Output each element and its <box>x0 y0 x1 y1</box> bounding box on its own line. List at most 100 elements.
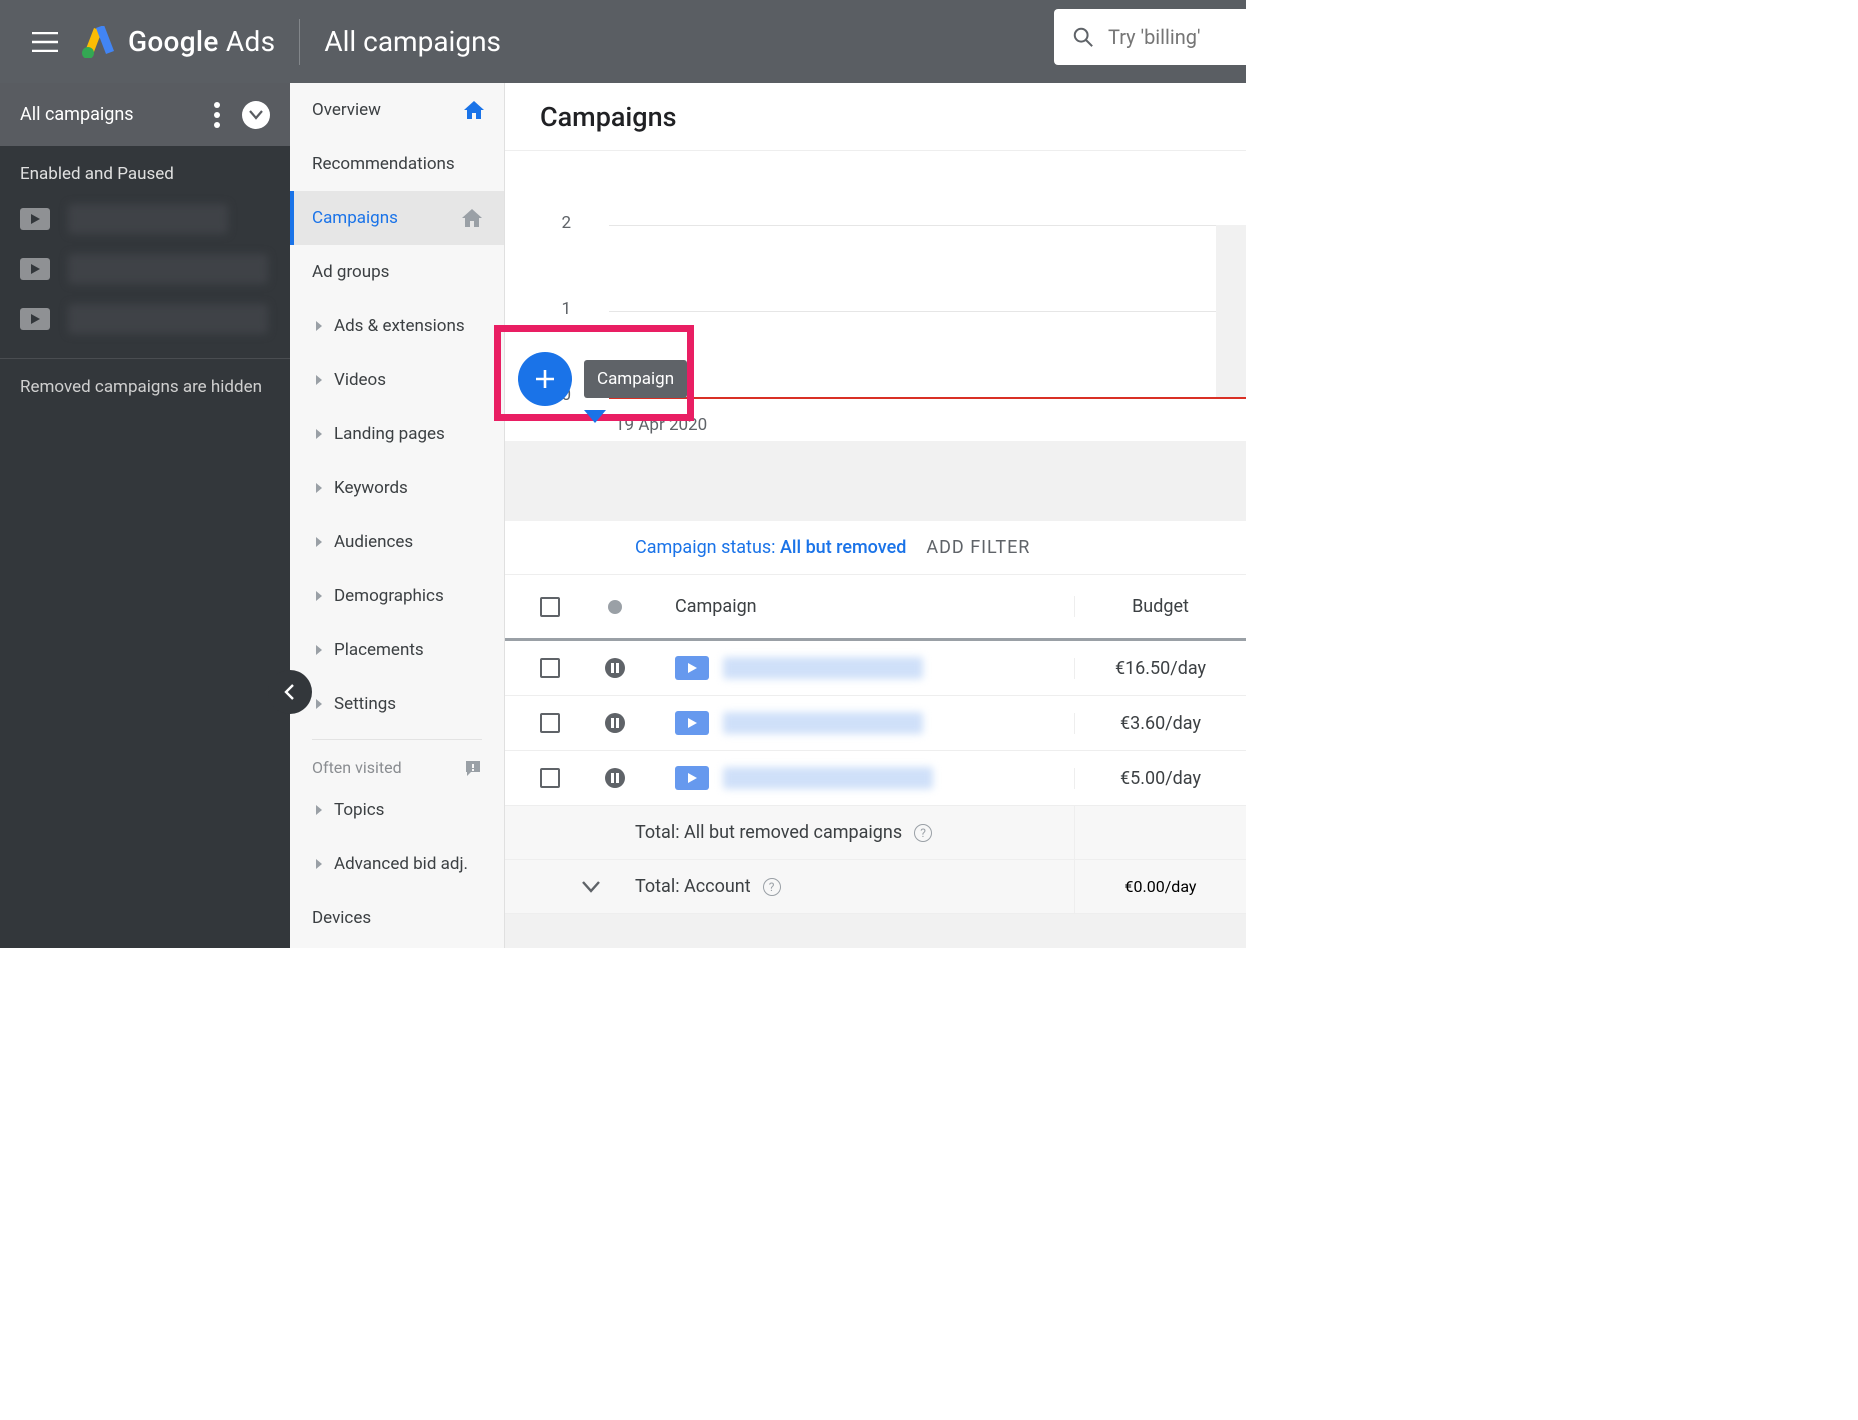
account-sidebar-header: All campaigns <box>0 83 290 146</box>
table-row[interactable]: €3.60/day <box>505 696 1246 751</box>
filter-bar: Campaign status: All but removed ADD FIL… <box>505 521 1246 575</box>
row-checkbox[interactable] <box>540 713 560 733</box>
nav-keywords[interactable]: Keywords <box>290 461 504 515</box>
top-bar: Google Ads All campaigns <box>0 0 1246 83</box>
campaign-tree-item[interactable] <box>0 294 290 344</box>
nav-label: Ads & extensions <box>334 316 465 336</box>
nav-videos[interactable]: Videos <box>290 353 504 407</box>
row-budget[interactable]: €5.00/day <box>1074 768 1246 789</box>
plus-icon <box>533 367 557 391</box>
nav-recommendations[interactable]: Recommendations <box>290 137 504 191</box>
nav-demographics[interactable]: Demographics <box>290 569 504 623</box>
scope-label[interactable]: All campaigns <box>324 25 501 58</box>
nav-settings[interactable]: Settings <box>290 677 504 731</box>
chart-overlay <box>1216 225 1246 397</box>
chart-gridline <box>609 225 1246 226</box>
nav-advanced-bid[interactable]: Advanced bid adj. <box>290 837 504 891</box>
status-icon[interactable] <box>608 600 622 614</box>
table-summary-row: Total: Account? €0.00/day <box>505 860 1246 914</box>
google-ads-logo-icon <box>82 26 116 58</box>
nav-topics[interactable]: Topics <box>290 783 504 837</box>
nav-label: Landing pages <box>334 424 445 444</box>
home-icon <box>462 209 482 227</box>
vertical-divider <box>299 19 300 65</box>
campaign-tree-item[interactable] <box>0 244 290 294</box>
table-row[interactable]: €16.50/day <box>505 641 1246 696</box>
chart-gridline <box>609 311 1246 312</box>
new-campaign-fab[interactable] <box>518 352 572 406</box>
nav-label: Devices <box>312 908 371 928</box>
chevron-left-icon <box>283 683 297 701</box>
redacted-label <box>68 304 268 334</box>
fab-tooltip: Campaign <box>584 360 687 398</box>
nav-devices[interactable]: Devices <box>290 891 504 945</box>
summary-budget: €0.00/day <box>1074 860 1246 913</box>
row-budget[interactable]: €16.50/day <box>1074 658 1246 679</box>
nav-placements[interactable]: Placements <box>290 623 504 677</box>
nav-label: Settings <box>334 694 396 714</box>
chevron-down-icon <box>249 110 263 120</box>
redacted-label <box>723 712 923 734</box>
google-ads-logo[interactable]: Google Ads <box>82 25 275 58</box>
nav-label: Recommendations <box>312 154 455 174</box>
redacted-label <box>723 657 923 679</box>
table-row[interactable]: €5.00/day <box>505 751 1246 806</box>
campaigns-table: Campaign Budget €16.50/day €3. <box>505 575 1246 914</box>
nav-label: Advanced bid adj. <box>334 854 468 874</box>
nav-ads-extensions[interactable]: Ads & extensions <box>290 299 504 353</box>
paused-icon[interactable] <box>605 713 625 733</box>
column-header-budget[interactable]: Budget <box>1074 596 1246 617</box>
summary-label: Total: All but removed campaigns <box>635 822 902 843</box>
redacted-label <box>723 767 933 789</box>
row-budget[interactable]: €3.60/day <box>1074 713 1246 734</box>
search-input[interactable] <box>1108 25 1228 49</box>
nav-often-visited-header: Often visited <box>290 748 504 783</box>
chevron-down-icon[interactable] <box>581 880 601 894</box>
sidebar-more-button[interactable] <box>214 102 220 128</box>
video-campaign-icon <box>675 711 709 735</box>
caret-right-icon <box>316 375 322 385</box>
new-campaign-fab-wrap: Campaign <box>508 342 562 396</box>
page-nav: Overview Recommendations Campaigns Ad gr… <box>290 83 505 948</box>
caret-right-icon <box>316 645 322 655</box>
video-campaign-icon <box>20 208 50 230</box>
caret-right-icon <box>316 859 322 869</box>
caret-right-icon <box>316 483 322 493</box>
account-sidebar: All campaigns Enabled and Paused Removed… <box>0 83 290 948</box>
campaign-tree-item[interactable] <box>0 194 290 244</box>
nav-landing-pages[interactable]: Landing pages <box>290 407 504 461</box>
account-sidebar-title[interactable]: All campaigns <box>20 104 134 125</box>
nav-label: Campaigns <box>312 208 398 228</box>
help-icon[interactable]: ? <box>763 878 781 896</box>
nav-overview[interactable]: Overview <box>290 83 504 137</box>
add-filter-button[interactable]: ADD FILTER <box>926 537 1030 558</box>
paused-icon[interactable] <box>605 658 625 678</box>
nav-label: Ad groups <box>312 262 389 282</box>
nav-ad-groups[interactable]: Ad groups <box>290 245 504 299</box>
hamburger-menu-button[interactable] <box>22 19 68 65</box>
paused-icon[interactable] <box>605 768 625 788</box>
sidebar-hidden-note: Removed campaigns are hidden <box>0 359 290 415</box>
sidebar-collapse-button[interactable] <box>242 101 270 129</box>
search-box[interactable] <box>1054 9 1246 65</box>
caret-right-icon <box>316 805 322 815</box>
help-icon[interactable]: ? <box>914 824 932 842</box>
filter-dropdown-icon[interactable] <box>584 410 606 424</box>
row-checkbox[interactable] <box>540 658 560 678</box>
nav-audiences[interactable]: Audiences <box>290 515 504 569</box>
nav-label: Demographics <box>334 586 444 606</box>
row-checkbox[interactable] <box>540 768 560 788</box>
feedback-icon[interactable] <box>464 759 482 777</box>
caret-right-icon <box>316 537 322 547</box>
select-all-checkbox[interactable] <box>540 597 560 617</box>
video-campaign-icon <box>675 656 709 680</box>
column-header-campaign[interactable]: Campaign <box>635 596 1074 617</box>
nav-label: Topics <box>334 800 384 820</box>
nav-campaigns[interactable]: Campaigns <box>290 191 504 245</box>
filter-status-chip[interactable]: Campaign status: All but removed <box>635 537 906 558</box>
video-campaign-icon <box>20 308 50 330</box>
nav-label: Often visited <box>312 758 402 777</box>
sidebar-collapse-handle[interactable] <box>268 670 312 714</box>
redacted-label <box>68 204 228 234</box>
hamburger-icon <box>32 32 58 52</box>
